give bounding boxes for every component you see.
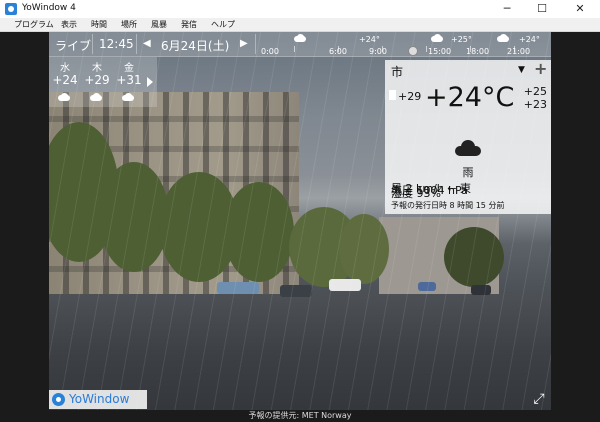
forecast-day-label: 金 (124, 63, 134, 74)
forecast-temp: +24 (52, 73, 78, 87)
app-icon (5, 3, 17, 15)
menu-weather[interactable]: 風暴 (151, 19, 167, 30)
condition-label: 雨 (462, 166, 474, 179)
cloud-icon (56, 93, 74, 102)
forecast-day-label: 木 (92, 63, 102, 74)
date-label[interactable]: 6月24日(土) (161, 37, 229, 54)
forecast-day-label: 水 (60, 63, 70, 74)
cloud-icon (292, 34, 308, 42)
maximize-button[interactable]: ☐ (527, 0, 557, 18)
humidity-reading: 湿度 93% (391, 187, 441, 200)
issued-time: 予報の発行日時 8 時間 15 分前 (391, 201, 505, 210)
divider (92, 34, 93, 54)
menu-share[interactable]: 発信 (181, 19, 197, 30)
forecast-day[interactable]: 木 +29 (81, 59, 113, 106)
arrow-up-icon (389, 90, 396, 100)
hour-temp: +24° (519, 35, 540, 44)
menu-view[interactable]: 表示 (61, 19, 77, 30)
forecast-day[interactable]: 水 +24 (49, 59, 81, 106)
chevron-down-icon[interactable]: ▼ (518, 65, 525, 75)
clock: 12:45 (99, 37, 134, 51)
side-temps: +25 +23 (524, 85, 547, 111)
hour-temp: +24° (359, 35, 380, 44)
cloud-icon (495, 34, 511, 42)
close-button[interactable]: ✕ (565, 0, 595, 18)
brand-label: YoWindow (69, 392, 130, 406)
rain-cloud-icon (453, 140, 483, 156)
menu-help[interactable]: ヘルプ (211, 19, 235, 30)
weather-scene[interactable]: ライブ 12:45 ◀ 6月24日(土) ▶ +24° +25° +24° 0:… (49, 32, 551, 410)
tick (426, 46, 427, 52)
daily-forecast: 水 +24 木 +29 金 +31 (49, 57, 157, 107)
minimize-button[interactable]: ─ (492, 0, 522, 18)
menu-bar: プログラム 表示 時間 場所 風暴 発信 ヘルプ (0, 18, 600, 32)
current-temperature: +24°C (425, 82, 515, 113)
hour-temp: +25° (451, 35, 472, 44)
prev-day-icon[interactable]: ◀ (143, 38, 151, 49)
live-button[interactable]: ライブ (55, 37, 91, 54)
time-slider-handle[interactable] (408, 46, 418, 56)
forecast-temp: +29 (84, 73, 110, 87)
cloud-icon (429, 34, 445, 42)
hour-label: 9:00 (369, 47, 387, 56)
high-temp: +29 (389, 90, 421, 103)
title-bar: YoWindow 4 ─ ☐ ✕ (0, 0, 600, 19)
fullscreen-icon[interactable]: ⤢ (529, 389, 549, 409)
side-high: +25 (523, 85, 547, 98)
divider (136, 34, 137, 54)
side-low: +23 (523, 98, 547, 111)
menu-program[interactable]: プログラム (14, 19, 54, 30)
sun-icon (52, 393, 65, 406)
city-name[interactable]: 市 (391, 63, 403, 80)
divider (255, 34, 256, 54)
hour-label: 6:00 (329, 47, 347, 56)
next-day-icon[interactable]: ▶ (240, 38, 248, 49)
forecast-temp: +31 (116, 73, 142, 87)
hour-label: 18:00 (466, 47, 490, 56)
expand-forecast-icon[interactable] (147, 77, 153, 87)
forecast-day[interactable]: 金 +31 (113, 59, 145, 106)
provider-credit: 予報の提供元: MET Norway (248, 411, 352, 420)
tick (294, 46, 295, 52)
menu-time[interactable]: 時間 (91, 19, 107, 30)
time-bar: ライブ 12:45 ◀ 6月24日(土) ▶ +24° +25° +24° 0:… (49, 32, 551, 57)
hour-label: 21:00 (507, 47, 531, 56)
add-location-button[interactable]: + (534, 59, 547, 78)
window-title: YoWindow 4 (22, 3, 76, 13)
yowindow-logo[interactable]: YoWindow (49, 390, 147, 409)
cloud-icon (120, 93, 138, 102)
hour-label: 15:00 (428, 47, 452, 56)
cloud-icon (88, 93, 106, 102)
hour-label: 0:00 (261, 47, 279, 56)
menu-location[interactable]: 場所 (121, 19, 137, 30)
